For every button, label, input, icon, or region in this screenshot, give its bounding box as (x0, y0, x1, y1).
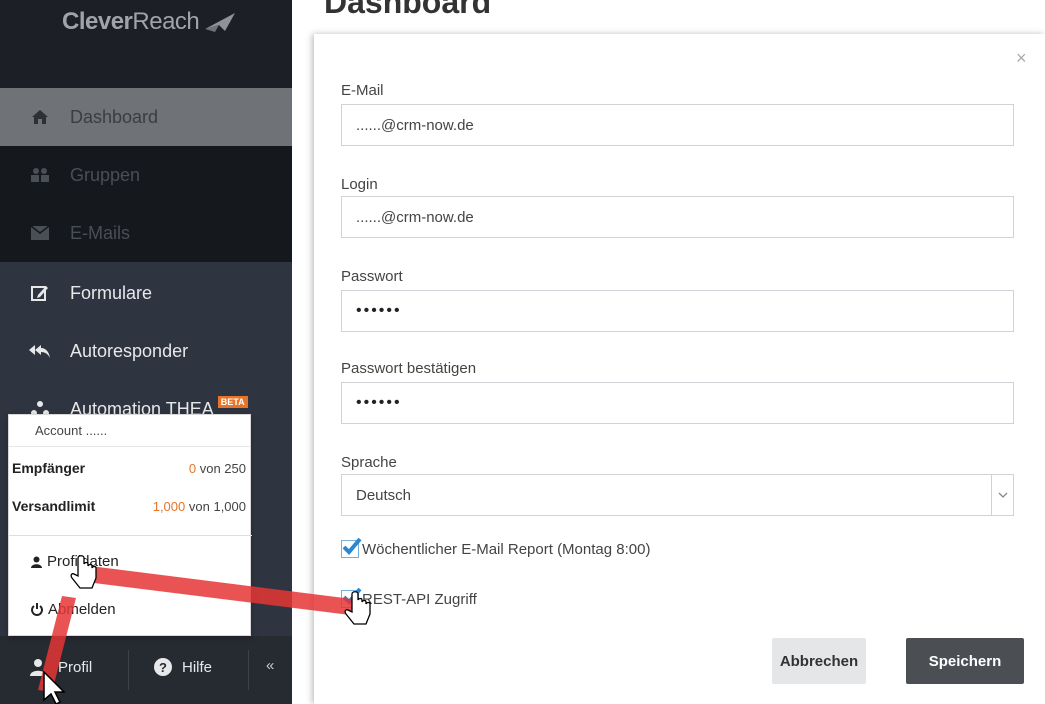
checkmark-icon (342, 587, 362, 605)
collapse-sidebar-button[interactable]: « (266, 657, 274, 674)
beta-badge: BETA (217, 396, 248, 408)
sidebar-item-label: Dashboard (70, 106, 159, 127)
page-title: Dashboard (324, 0, 492, 20)
logo-text-light: Reach (132, 8, 200, 35)
help-label: Hilfe (182, 658, 213, 676)
checkmark-icon (342, 537, 362, 555)
profile-button[interactable]: Profil (30, 658, 92, 676)
language-value: Deutsch (356, 486, 412, 504)
weekly-report-checkbox[interactable] (341, 537, 362, 558)
rest-api-option[interactable]: REST-API Zugriff (341, 587, 477, 608)
logo-text-bold: Clever (62, 8, 133, 35)
rest-api-label: REST-API Zugriff (362, 590, 477, 608)
cancel-button[interactable]: Abbrechen (772, 638, 866, 684)
weekly-report-option[interactable]: Wöchentlicher E-Mail Report (Montag 8:00… (341, 537, 651, 558)
sidebar-item-autoresponder[interactable]: Autoresponder (0, 322, 292, 380)
account-header: Account ...... (9, 415, 250, 447)
sidebar-item-formulare[interactable]: Formulare (0, 264, 292, 322)
logout-link[interactable]: Abmelden (31, 601, 116, 618)
svg-text:?: ? (159, 660, 167, 675)
user-icon (30, 659, 46, 676)
language-select[interactable]: Deutsch (341, 474, 1014, 516)
cleverreach-logo[interactable]: Clever Reach (62, 8, 237, 36)
sidebar-item-emails[interactable]: E-Mails (0, 204, 292, 262)
profile-data-label: Profildaten (47, 553, 119, 570)
rest-api-checkbox[interactable] (341, 587, 362, 608)
reply-all-icon (28, 341, 52, 361)
edit-icon (28, 283, 52, 303)
power-icon (31, 603, 43, 616)
question-circle-icon: ? (154, 658, 172, 676)
sidebar-item-dashboard[interactable]: Dashboard (0, 88, 292, 146)
sidebar-item-label: Formulare (70, 282, 153, 303)
recipients-value: 0 von 250 (188, 460, 246, 476)
recipients-label: Empfänger (12, 460, 86, 476)
profile-data-link[interactable]: Profildaten (31, 553, 119, 570)
email-label: E-Mail (341, 82, 384, 99)
recipients-row: Empfänger 0 von 250 (9, 457, 252, 479)
send-limit-row: Versandlimit 1,000 von 1,000 (9, 495, 252, 517)
login-label: Login (341, 176, 378, 193)
send-limit-value: 1,000 von 1,000 (152, 498, 246, 514)
chevron-double-left-icon: « (266, 657, 275, 674)
divider (9, 535, 252, 536)
password-confirm-label: Passwort bestätigen (341, 360, 477, 377)
send-limit-label: Versandlimit (12, 498, 96, 514)
close-icon[interactable]: × (1016, 48, 1027, 69)
sidebar-item-gruppen[interactable]: Gruppen (0, 146, 292, 204)
email-field[interactable]: ......@crm-now.de (341, 104, 1014, 146)
logo-area: Clever Reach (0, 0, 292, 88)
sidebar-item-label: Autoresponder (70, 340, 189, 361)
paper-plane-icon (205, 13, 236, 32)
password-label: Passwort (341, 268, 403, 285)
profile-modal: × E-Mail ......@crm-now.de Login ......@… (314, 34, 1045, 704)
users-icon (28, 165, 52, 185)
sidebar-bottom-bar: Profil ? Hilfe « (0, 636, 292, 704)
envelope-icon (28, 223, 52, 243)
help-button[interactable]: ? Hilfe (154, 658, 212, 676)
password-confirm-field[interactable]: •••••• (341, 382, 1014, 424)
chevron-down-icon[interactable] (991, 475, 1013, 515)
user-icon (31, 556, 42, 568)
weekly-report-label: Wöchentlicher E-Mail Report (Montag 8:00… (362, 540, 651, 558)
profile-label: Profil (58, 658, 93, 676)
save-button[interactable]: Speichern (906, 638, 1024, 684)
password-field[interactable]: •••••• (341, 290, 1014, 332)
home-icon (28, 107, 52, 127)
language-label: Sprache (341, 454, 397, 471)
account-popup: Account ...... Empfänger 0 von 250 Versa… (8, 414, 252, 636)
logout-label: Abmelden (48, 601, 116, 618)
login-field[interactable]: ......@crm-now.de (341, 196, 1014, 238)
sidebar-item-label: E-Mails (70, 222, 131, 243)
sidebar-item-label: Gruppen (70, 164, 141, 185)
